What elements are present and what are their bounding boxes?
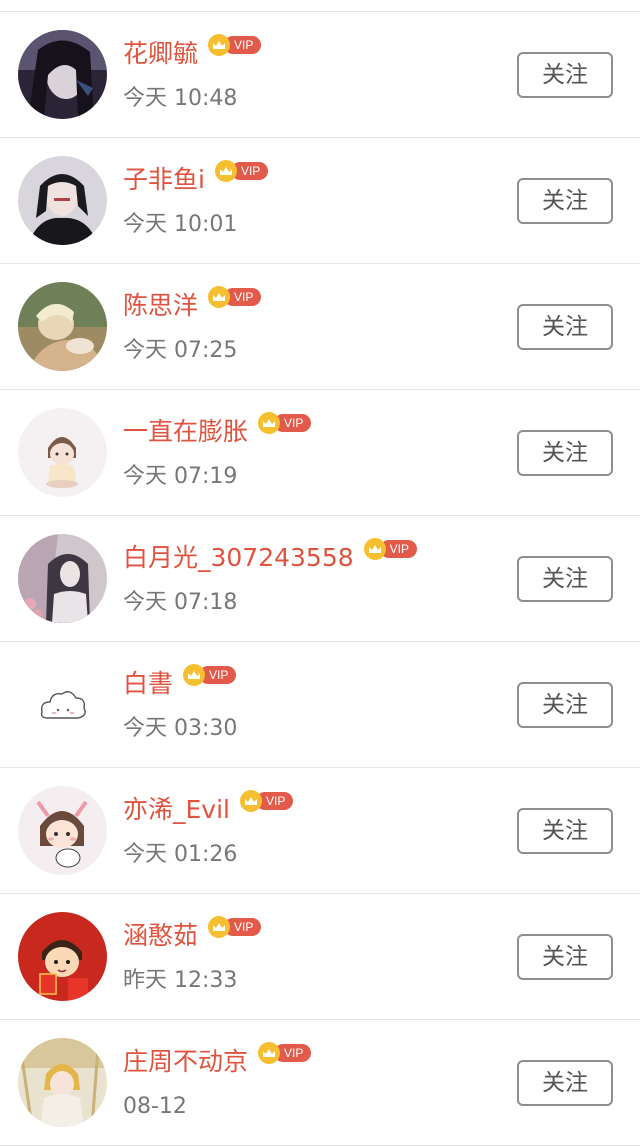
avatar[interactable] bbox=[18, 912, 107, 1001]
name-line: 白月光_307243558 VIP bbox=[123, 538, 417, 576]
avatar[interactable] bbox=[18, 156, 107, 245]
follow-button[interactable]: 关注 bbox=[517, 52, 613, 98]
crown-icon bbox=[363, 538, 386, 560]
crown-icon bbox=[208, 286, 231, 308]
avatar[interactable] bbox=[18, 282, 107, 371]
user-name[interactable]: 庄周不动京 bbox=[123, 1044, 248, 1080]
vip-badge: VIP bbox=[208, 916, 262, 938]
list-item[interactable]: 涵憨茹 VIP 昨天 12:33 关注 bbox=[0, 894, 640, 1020]
list-item[interactable]: 陈思洋 VIP 今天 07:25 关注 bbox=[0, 264, 640, 390]
follow-button[interactable]: 关注 bbox=[517, 934, 613, 980]
crown-icon bbox=[208, 34, 231, 56]
vip-badge: VIP bbox=[258, 1042, 312, 1064]
list-item[interactable]: 白月光_307243558 VIP 今天 07:18 关注 bbox=[0, 516, 640, 642]
name-line: 子非鱼i VIP bbox=[123, 160, 269, 198]
name-line: 涵憨茹 VIP bbox=[123, 916, 262, 954]
user-name[interactable]: 花卿毓 bbox=[123, 36, 198, 72]
timestamp: 今天 07:19 bbox=[123, 464, 238, 489]
name-line: 陈思洋 VIP bbox=[123, 286, 262, 324]
avatar[interactable] bbox=[18, 408, 107, 497]
vip-badge: VIP bbox=[258, 412, 312, 434]
crown-icon bbox=[183, 664, 206, 686]
user-name[interactable]: 亦浠_Evil bbox=[123, 792, 230, 828]
vip-badge: VIP bbox=[183, 664, 237, 686]
avatar[interactable] bbox=[18, 1038, 107, 1127]
user-name[interactable]: 一直在膨胀 bbox=[123, 414, 248, 450]
user-name[interactable]: 白月光_307243558 bbox=[123, 540, 354, 576]
timestamp: 昨天 12:33 bbox=[123, 968, 238, 993]
follow-button[interactable]: 关注 bbox=[517, 304, 613, 350]
vip-badge: VIP bbox=[363, 538, 417, 560]
list-item[interactable]: 庄周不动京 VIP 08-12 关注 bbox=[0, 1020, 640, 1146]
avatar[interactable] bbox=[18, 786, 107, 875]
follow-button[interactable]: 关注 bbox=[517, 808, 613, 854]
vip-badge: VIP bbox=[208, 286, 262, 308]
name-line: 亦浠_Evil VIP bbox=[123, 790, 294, 828]
user-name[interactable]: 涵憨茹 bbox=[123, 918, 198, 954]
avatar[interactable] bbox=[18, 660, 107, 749]
list-item[interactable]: 花卿毓 VIP 今天 10:48 关注 bbox=[0, 12, 640, 138]
user-list: 花卿毓 VIP 今天 10:48 关注 子非鱼i VIP 今天 10:01 关注… bbox=[0, 12, 640, 1146]
timestamp: 今天 03:30 bbox=[123, 716, 238, 741]
user-name[interactable]: 子非鱼i bbox=[123, 162, 205, 198]
vip-badge: VIP bbox=[208, 34, 262, 56]
name-line: 花卿毓 VIP bbox=[123, 34, 262, 72]
name-line: 白書 VIP bbox=[123, 664, 237, 702]
follow-button[interactable]: 关注 bbox=[517, 556, 613, 602]
follow-button[interactable]: 关注 bbox=[517, 1060, 613, 1106]
user-name[interactable]: 白書 bbox=[123, 666, 173, 702]
vip-badge: VIP bbox=[239, 790, 294, 812]
vip-badge: VIP bbox=[214, 160, 269, 182]
list-item[interactable]: 白書 VIP 今天 03:30 关注 bbox=[0, 642, 640, 768]
timestamp: 今天 10:48 bbox=[123, 86, 238, 111]
timestamp: 今天 10:01 bbox=[123, 212, 238, 237]
timestamp: 今天 07:18 bbox=[123, 590, 238, 615]
list-item[interactable]: 子非鱼i VIP 今天 10:01 关注 bbox=[0, 138, 640, 264]
list-item[interactable]: 亦浠_Evil VIP 今天 01:26 关注 bbox=[0, 768, 640, 894]
crown-icon bbox=[208, 916, 231, 938]
timestamp: 今天 01:26 bbox=[123, 842, 238, 867]
timestamp: 08-12 bbox=[123, 1094, 187, 1119]
follow-button[interactable]: 关注 bbox=[517, 682, 613, 728]
name-line: 庄周不动京 VIP bbox=[123, 1042, 312, 1080]
follow-button[interactable]: 关注 bbox=[517, 178, 613, 224]
name-line: 一直在膨胀 VIP bbox=[123, 412, 312, 450]
avatar[interactable] bbox=[18, 30, 107, 119]
crown-icon bbox=[214, 160, 237, 182]
crown-icon bbox=[258, 1042, 281, 1064]
crown-icon bbox=[239, 790, 262, 812]
crown-icon bbox=[258, 412, 281, 434]
user-name[interactable]: 陈思洋 bbox=[123, 288, 198, 324]
follow-button[interactable]: 关注 bbox=[517, 430, 613, 476]
avatar[interactable] bbox=[18, 534, 107, 623]
timestamp: 今天 07:25 bbox=[123, 338, 238, 363]
list-item[interactable]: 一直在膨胀 VIP 今天 07:19 关注 bbox=[0, 390, 640, 516]
